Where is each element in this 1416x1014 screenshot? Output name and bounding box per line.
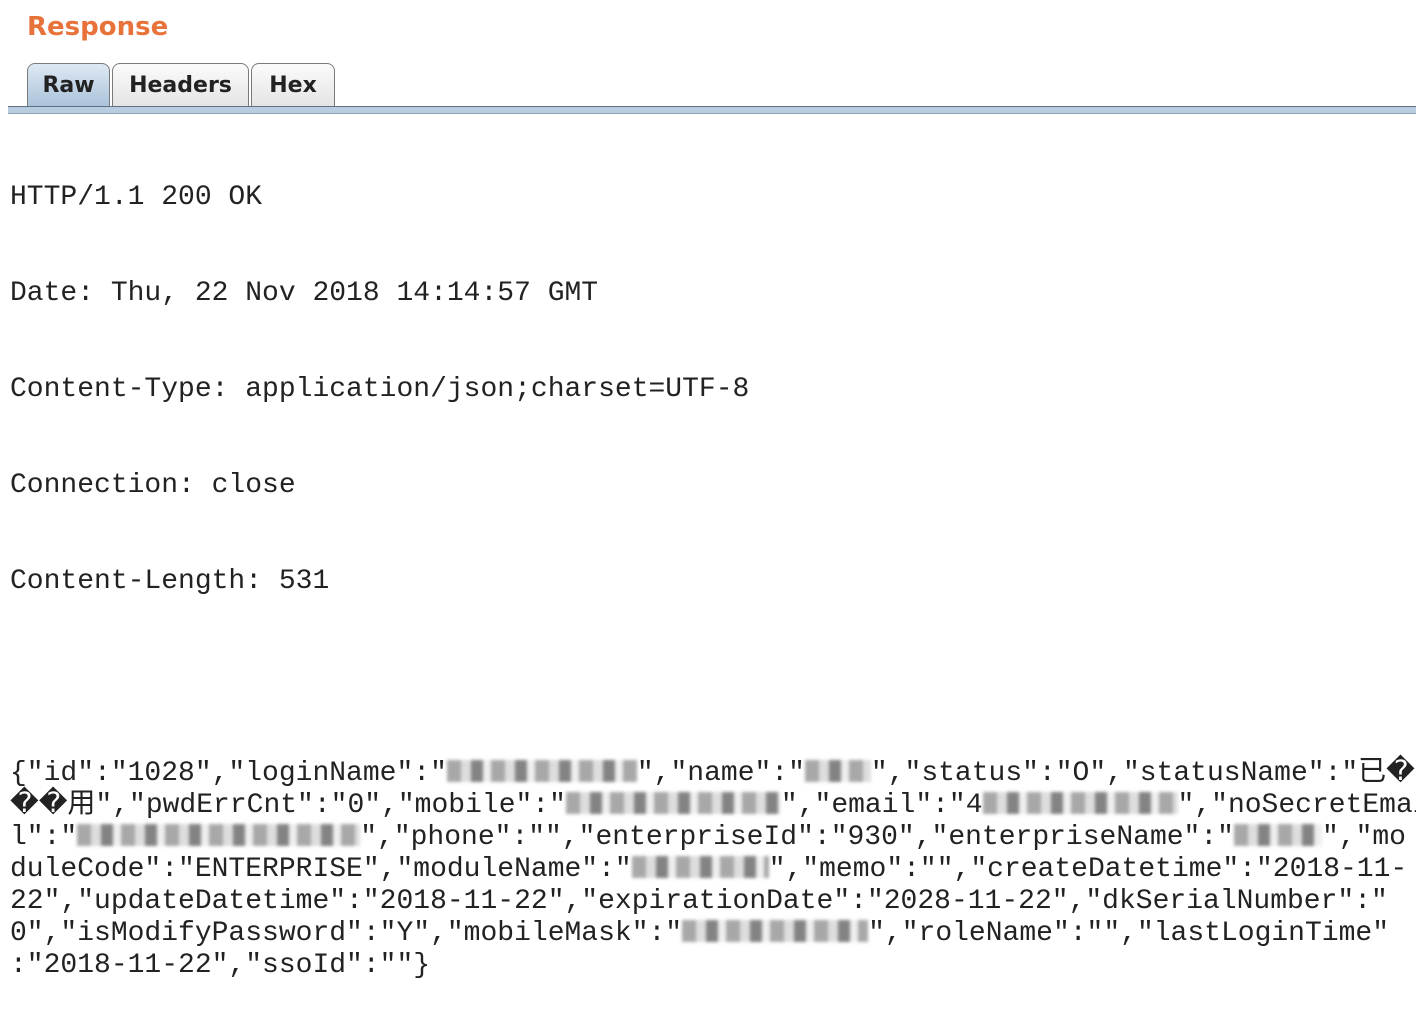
json-text: ��用","pwdErrCnt":"0","mobile":" [10,790,566,821]
json-text: {"id":"1028","loginName":" [10,758,447,789]
json-text: 0","isModifyPassword":"Y","mobileMask":" [10,918,683,949]
json-text: ","memo":"","createDatetime":"2018-11- [768,854,1408,885]
tab-divider [8,106,1416,114]
tab-headers[interactable]: Headers [112,63,249,107]
response-tabs: Raw Headers Hex [27,63,335,108]
redacted-mobile [565,792,781,814]
redacted-noSecretEmail [77,824,361,846]
redacted-moduleName [631,856,769,878]
json-text: ","name":" [636,758,805,789]
json-line: ��用","pwdErrCnt":"0","mobile":" ","email"… [10,790,1416,822]
json-text: ","status":"O","statusName":"已� [870,758,1415,789]
json-body: {"id":"1028","loginName":" ","name":" ","s… [10,758,1416,982]
header-content-length: Content-Length: 531 [10,566,330,597]
json-text: :"2018-11-22","ssoId":""} [10,950,431,981]
json-line: duleCode":"ENTERPRISE","moduleName":" ","… [10,854,1416,886]
json-text: ","noSecretEmai [1177,790,1416,821]
redacted-mobileMask [682,920,869,942]
json-text: duleCode":"ENTERPRISE","moduleName":" [10,854,632,885]
json-line: 0","isModifyPassword":"Y","mobileMask":"… [10,918,1416,950]
json-text: ","mo [1321,822,1406,853]
json-line: l":" ","phone":"","enterpriseId":"930","e… [10,822,1416,854]
json-text: ","roleName":"","lastLoginTime" [868,918,1389,949]
json-text: l":" [10,822,78,853]
redacted-loginName [446,760,637,782]
json-line: {"id":"1028","loginName":" ","name":" ","s… [10,758,1416,790]
json-line: :"2018-11-22","ssoId":""} [10,950,1416,982]
tab-raw[interactable]: Raw [27,63,110,107]
json-text: 22","updateDatetime":"2018-11-22","expir… [10,886,1388,917]
response-title: Response [27,12,169,42]
redacted-name [804,760,871,782]
redacted-email [982,792,1178,814]
response-raw-text[interactable]: HTTP/1.1 200 OK Date: Thu, 22 Nov 2018 1… [10,118,1416,1014]
header-connection: Connection: close [10,470,296,501]
header-date: Date: Thu, 22 Nov 2018 14:14:57 GMT [10,278,599,309]
status-line: HTTP/1.1 200 OK [10,182,263,213]
json-text: ","email":"4 [780,790,983,821]
json-text: ","phone":"","enterpriseId":"930","enter… [360,822,1234,853]
json-line: 22","updateDatetime":"2018-11-22","expir… [10,886,1416,918]
redacted-enterpriseName [1233,824,1322,846]
tab-hex[interactable]: Hex [251,63,335,107]
header-content-type: Content-Type: application/json;charset=U… [10,374,750,405]
